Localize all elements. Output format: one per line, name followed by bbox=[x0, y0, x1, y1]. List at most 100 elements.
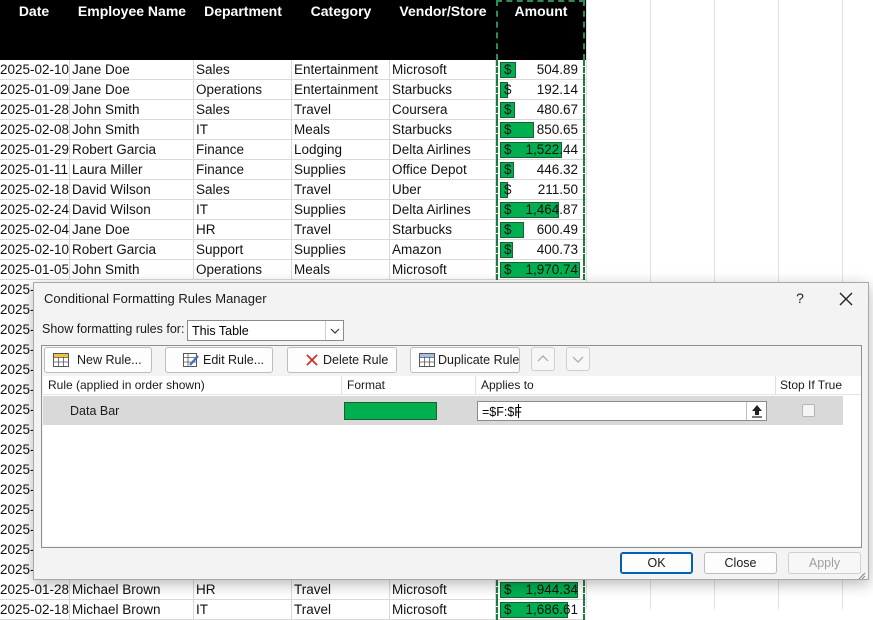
cell-department[interactable]: IT bbox=[194, 120, 292, 140]
cell-date[interactable]: 2025-0 bbox=[0, 420, 34, 440]
cell-category[interactable]: Travel bbox=[292, 600, 390, 620]
table-row[interactable]: 2025-02-24 David Wilson IT Supplies Delta Ai… bbox=[0, 200, 586, 220]
cell-amount[interactable]: $1,686.61 bbox=[496, 600, 585, 620]
cell-department[interactable]: HR bbox=[194, 220, 292, 240]
cell-amount[interactable]: $480.67 bbox=[496, 100, 585, 120]
cell-amount[interactable]: $504.89 bbox=[496, 60, 585, 80]
edit-rule-button[interactable]: Edit Rule... bbox=[165, 347, 273, 373]
move-up-button[interactable] bbox=[531, 347, 555, 371]
table-row[interactable]: 2025-02-18 David Wilson Sales Travel Uber $21… bbox=[0, 180, 586, 200]
cell-employee[interactable]: Robert Garcia bbox=[70, 240, 194, 260]
cell-date[interactable]: 2025-0 bbox=[0, 540, 34, 560]
table-row[interactable]: 2025-02-08 John Smith IT Meals Starbucks $850… bbox=[0, 120, 586, 140]
cell-category[interactable]: Entertainment bbox=[292, 80, 390, 100]
cell-amount[interactable]: $211.50 bbox=[496, 180, 585, 200]
cell-employee[interactable]: John Smith bbox=[70, 120, 194, 140]
cell-date[interactable]: 2025-0 bbox=[0, 480, 34, 500]
cell-date[interactable]: 2025-01-11 bbox=[0, 160, 70, 180]
cell-department[interactable]: Finance bbox=[194, 140, 292, 160]
cell-employee[interactable]: John Smith bbox=[70, 100, 194, 120]
cell-date[interactable]: 2025-0 bbox=[0, 560, 34, 580]
header-date[interactable]: Date bbox=[0, 3, 68, 23]
cell-vendor[interactable]: Microsoft bbox=[390, 600, 496, 620]
table-row[interactable]: 2025-02-04 Jane Doe HR Travel Starbucks $600.… bbox=[0, 220, 586, 240]
cell-date[interactable]: 2025-0 bbox=[0, 320, 34, 340]
cell-department[interactable]: Sales bbox=[194, 180, 292, 200]
cell-date[interactable]: 2025-0 bbox=[0, 340, 34, 360]
rules-list[interactable]: Rule (applied in order shown) Format App… bbox=[43, 376, 861, 546]
cell-date[interactable]: 2025-0 bbox=[0, 360, 34, 380]
delete-rule-button[interactable]: Delete Rule bbox=[287, 347, 397, 373]
cell-date[interactable]: 2025-0 bbox=[0, 460, 34, 480]
cell-date[interactable]: 2025-0 bbox=[0, 300, 34, 320]
cell-employee[interactable]: David Wilson bbox=[70, 200, 194, 220]
table-row[interactable]: 2025-01-29 Robert Garcia Finance Lodging Del… bbox=[0, 140, 586, 160]
cell-employee[interactable]: Jane Doe bbox=[70, 220, 194, 240]
show-rules-select[interactable]: This Table bbox=[187, 320, 344, 341]
cell-vendor[interactable]: Starbucks bbox=[390, 80, 496, 100]
cell-employee[interactable]: John Smith bbox=[70, 260, 194, 280]
cell-amount[interactable]: $446.32 bbox=[496, 160, 585, 180]
cell-vendor[interactable]: Uber bbox=[390, 180, 496, 200]
cell-vendor[interactable]: Delta Airlines bbox=[390, 200, 496, 220]
stop-if-true-checkbox[interactable] bbox=[802, 404, 815, 417]
table-row[interactable]: 2025-01-28 Michael Brown HR Travel Microsoft… bbox=[0, 580, 586, 600]
cell-amount[interactable]: $192.14 bbox=[496, 80, 585, 100]
table-row[interactable]: 2025-02-10 Jane Doe Sales Entertainment Micr… bbox=[0, 60, 586, 80]
close-icon[interactable] bbox=[834, 287, 858, 311]
cell-department[interactable]: Sales bbox=[194, 60, 292, 80]
cell-category[interactable]: Travel bbox=[292, 100, 390, 120]
cell-category[interactable]: Supplies bbox=[292, 200, 390, 220]
cell-category[interactable]: Supplies bbox=[292, 160, 390, 180]
cell-category[interactable]: Entertainment bbox=[292, 60, 390, 80]
cell-category[interactable]: Travel bbox=[292, 180, 390, 200]
cell-date[interactable]: 2025-02-10 bbox=[0, 60, 70, 80]
cell-date[interactable]: 2025-0 bbox=[0, 380, 34, 400]
cell-employee[interactable]: Robert Garcia bbox=[70, 140, 194, 160]
header-vendor[interactable]: Vendor/Store bbox=[390, 3, 496, 23]
new-rule-button[interactable]: New Rule... bbox=[44, 347, 152, 373]
cell-amount[interactable]: $1,944.34 bbox=[496, 580, 585, 600]
cell-vendor[interactable]: Amazon bbox=[390, 240, 496, 260]
cell-vendor[interactable]: Microsoft bbox=[390, 580, 496, 600]
cell-date[interactable]: 2025-0 bbox=[0, 280, 34, 300]
cell-vendor[interactable]: Office Depot bbox=[390, 160, 496, 180]
cell-category[interactable]: Travel bbox=[292, 580, 390, 600]
cell-department[interactable]: IT bbox=[194, 200, 292, 220]
cell-date[interactable]: 2025-02-24 bbox=[0, 200, 70, 220]
cell-employee[interactable]: Jane Doe bbox=[70, 60, 194, 80]
applies-to-input[interactable]: =$F:$F bbox=[477, 401, 767, 421]
cell-date[interactable]: 2025-02-10 bbox=[0, 240, 70, 260]
cell-department[interactable]: Support bbox=[194, 240, 292, 260]
table-row[interactable]: 2025-01-28 John Smith Sales Travel Coursera $… bbox=[0, 100, 586, 120]
apply-button[interactable]: Apply bbox=[788, 552, 861, 574]
cell-category[interactable]: Meals bbox=[292, 260, 390, 280]
table-row[interactable]: 2025-02-10 Robert Garcia Support Supplies Am… bbox=[0, 240, 586, 260]
resize-grip-icon[interactable] bbox=[856, 567, 866, 580]
cell-employee[interactable]: Michael Brown bbox=[70, 600, 194, 620]
table-row[interactable]: 2025-01-11 Laura Miller Finance Supplies Off… bbox=[0, 160, 586, 180]
cell-vendor[interactable]: Delta Airlines bbox=[390, 140, 496, 160]
cell-amount[interactable]: $850.65 bbox=[496, 120, 585, 140]
cell-employee[interactable]: Laura Miller bbox=[70, 160, 194, 180]
cell-employee[interactable]: Michael Brown bbox=[70, 580, 194, 600]
cell-department[interactable]: Operations bbox=[194, 80, 292, 100]
cell-department[interactable]: IT bbox=[194, 600, 292, 620]
duplicate-rule-button[interactable]: Duplicate Rule bbox=[410, 347, 520, 373]
cell-date[interactable]: 2025-01-28 bbox=[0, 100, 70, 120]
header-department[interactable]: Department bbox=[194, 3, 292, 23]
header-category[interactable]: Category bbox=[292, 3, 390, 23]
cell-date[interactable]: 2025-02-08 bbox=[0, 120, 70, 140]
ok-button[interactable]: OK bbox=[620, 552, 693, 574]
cell-amount[interactable]: $1,464.87 bbox=[496, 200, 585, 220]
cell-date[interactable]: 2025-02-18 bbox=[0, 180, 70, 200]
collapse-dialog-icon[interactable] bbox=[746, 402, 766, 420]
header-employee-name[interactable]: Employee Name bbox=[70, 3, 194, 23]
cell-amount[interactable]: $1,522.44 bbox=[496, 140, 585, 160]
cell-category[interactable]: Lodging bbox=[292, 140, 390, 160]
cell-vendor[interactable]: Starbucks bbox=[390, 120, 496, 140]
cell-date[interactable]: 2025-02-18 bbox=[0, 600, 70, 620]
cell-date[interactable]: 2025-01-28 bbox=[0, 580, 70, 600]
cell-category[interactable]: Meals bbox=[292, 120, 390, 140]
cell-date[interactable]: 2025-01-05 bbox=[0, 260, 70, 280]
